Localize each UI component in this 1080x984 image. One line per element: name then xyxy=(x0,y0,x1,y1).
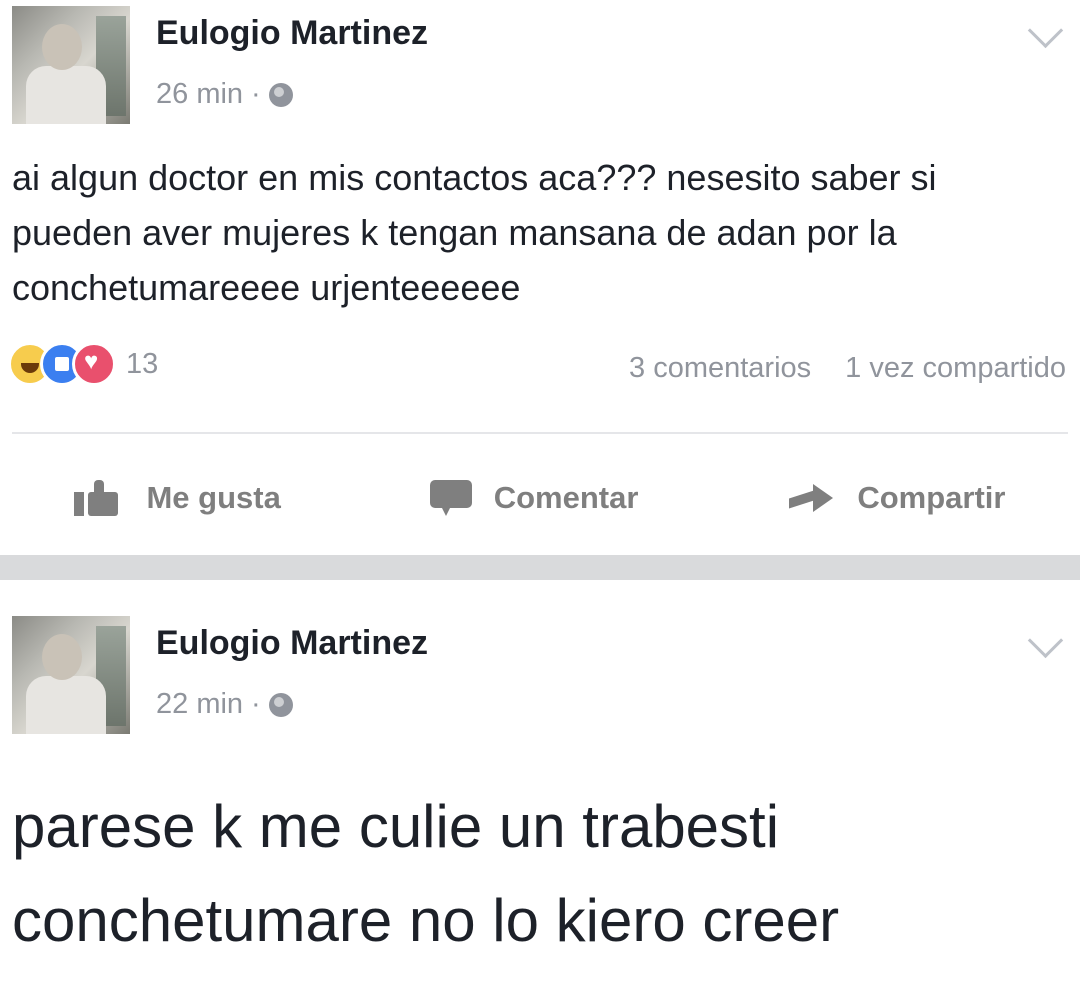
meta-dot: · xyxy=(251,78,261,110)
meta-dot: · xyxy=(251,688,261,720)
love-icon xyxy=(72,342,116,386)
comment-icon xyxy=(429,480,472,516)
engagement-counts: 3 comentarios 1 vez compartido xyxy=(629,352,1066,385)
share-label: Compartir xyxy=(857,480,1006,515)
comment-button[interactable]: Comentar xyxy=(429,480,639,516)
post-text: parese k me culie un trabesti conchetuma… xyxy=(12,793,840,954)
comment-label: Comentar xyxy=(493,480,639,515)
share-icon xyxy=(787,482,835,514)
like-label: Me gusta xyxy=(146,480,281,515)
globe-icon xyxy=(268,692,293,717)
post-2: Eulogio Martinez 22 min · parese k me cu… xyxy=(0,580,1080,984)
action-bar: Me gusta Comentar Compartir xyxy=(0,470,1080,526)
chevron-down-icon[interactable] xyxy=(1027,12,1064,49)
reactions-summary[interactable]: 13 xyxy=(8,342,158,386)
post-meta: 26 min · xyxy=(156,78,293,111)
avatar[interactable] xyxy=(12,6,130,124)
shares-count[interactable]: 1 vez compartido xyxy=(845,352,1066,385)
post-text: ai algun doctor en mis contactos aca??? … xyxy=(12,157,937,308)
reaction-count: 13 xyxy=(126,347,159,380)
avatar[interactable] xyxy=(12,616,130,734)
share-button[interactable]: Compartir xyxy=(787,480,1006,516)
post-time[interactable]: 26 min xyxy=(156,78,243,111)
post-1: Eulogio Martinez 26 min · ai algun docto… xyxy=(0,0,1080,555)
divider xyxy=(12,432,1068,434)
thumbs-up-icon xyxy=(74,480,124,516)
comments-count[interactable]: 3 comentarios xyxy=(629,352,811,385)
author-name[interactable]: Eulogio Martinez xyxy=(156,624,428,663)
globe-icon xyxy=(268,82,293,107)
like-button[interactable]: Me gusta xyxy=(74,480,281,516)
post-meta: 22 min · xyxy=(156,688,293,721)
post-time[interactable]: 22 min xyxy=(156,688,243,721)
chevron-down-icon[interactable] xyxy=(1027,622,1064,659)
author-name[interactable]: Eulogio Martinez xyxy=(156,14,428,53)
post-separator xyxy=(0,555,1080,580)
